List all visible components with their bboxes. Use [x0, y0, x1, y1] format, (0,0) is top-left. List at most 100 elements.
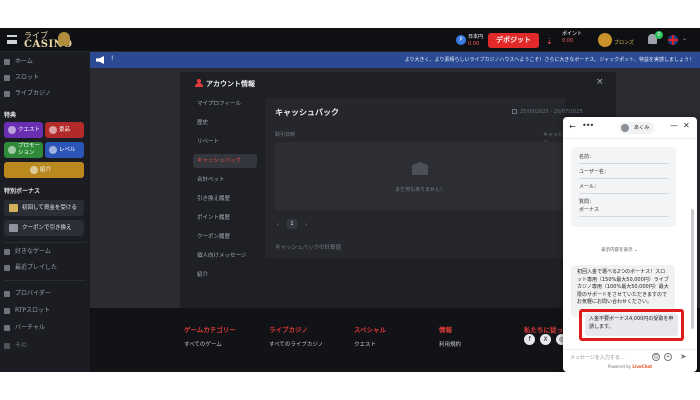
emoji-icon[interactable]: ☺	[652, 353, 660, 361]
points-label: ポイント	[562, 31, 583, 37]
menu-profile[interactable]: マイプロフィール	[193, 97, 257, 111]
sidebar-item-label: ホーム	[15, 58, 33, 65]
quest-icon	[8, 126, 16, 134]
menu-icon[interactable]	[7, 35, 17, 44]
menu-redeem-history[interactable]: 引き換え履歴	[193, 192, 257, 206]
chevron-down-icon[interactable]: ⌄	[682, 35, 687, 42]
cashback-note: キャッシュバックの計算値	[275, 245, 342, 251]
facebook-icon[interactable]: f	[524, 334, 535, 345]
menu-coupon-history[interactable]: クーポン履歴	[193, 230, 257, 244]
cashback-panel: キャッシュバック 25/05/2025 - 25/07/2025 取引日時 キャ…	[265, 98, 583, 258]
menu-personal-messages[interactable]: 個人向けメッセージ	[193, 249, 257, 263]
pager-next-button[interactable]: ›	[305, 222, 307, 228]
tile-promotion[interactable]: プロモーション	[4, 142, 43, 158]
app-window: ライブ CASINO P 日本円 0.00 デポジット ⇣ ポイント 0.00 …	[0, 28, 700, 372]
prechat-form-summary: 名前： ユーザー名： メール： 質問： ボーナス	[571, 147, 676, 227]
currency-display[interactable]: P 日本円 0.00	[456, 33, 486, 48]
tile-level[interactable]: レベル	[45, 142, 84, 158]
tile-label: プロモーション	[18, 143, 41, 156]
close-icon[interactable]: ×	[596, 78, 604, 87]
menu-total-bet[interactable]: 合計ベット	[193, 173, 257, 187]
modal-title-text: アカウント情報	[206, 80, 255, 88]
sidebar-item-slots[interactable]: スロット	[0, 72, 90, 84]
menu-referral[interactable]: 紹介	[193, 268, 257, 282]
footer-link[interactable]: すべてのゲーム	[184, 340, 222, 348]
back-arrow-icon[interactable]: ←	[569, 122, 576, 131]
download-arrow-icon: ⇣	[546, 37, 553, 46]
sidebar-item-label: 好きなゲーム	[15, 248, 51, 255]
sidebar-item-label: プロバイダー	[15, 290, 51, 297]
points-display[interactable]: ポイント 0.00	[562, 31, 582, 45]
form-line: 名前：	[579, 154, 595, 160]
footer-link[interactable]: クエスト	[354, 340, 376, 348]
agent-name: あくみ	[634, 125, 650, 131]
sidebar-item-rtp-slots[interactable]: RTPスロット	[0, 305, 90, 317]
sidebar-item-providers[interactable]: プロバイダー	[0, 288, 90, 300]
footer-link[interactable]: 利用規約	[439, 340, 461, 348]
rank-avatar-icon[interactable]	[598, 33, 612, 47]
date-range[interactable]: 25/05/2025 - 25/07/2025	[520, 109, 583, 115]
coupon-redeem-button[interactable]: クーポンで引き換え	[4, 220, 84, 236]
deposit-button[interactable]: デポジット	[488, 33, 539, 48]
panel-title: キャッシュバック	[275, 108, 339, 117]
livechat-brand[interactable]: LiveChat	[632, 364, 652, 369]
money-icon	[9, 204, 18, 212]
form-separator	[579, 163, 669, 164]
notification-badge: 0	[655, 31, 663, 39]
more-options-icon[interactable]: •••	[582, 121, 594, 130]
more-icon	[4, 343, 10, 349]
close-icon[interactable]: ✕	[683, 121, 690, 130]
account-icon: P	[456, 35, 466, 45]
sidebar-item-more[interactable]: その	[0, 340, 90, 352]
level-icon	[49, 146, 57, 154]
gift-icon	[49, 126, 57, 134]
attach-icon[interactable]: +	[664, 353, 672, 361]
outgoing-message: 入金不要ボーナス4,000円の受取を申請します。	[585, 314, 678, 336]
sidebar-item-label: スロット	[15, 74, 40, 81]
announcement-text: より大きく、より素晴らしいライブカジノハウスへようこそ！さらに大きなボーナス、ジ…	[404, 57, 694, 63]
menu-history[interactable]: 歴史	[193, 116, 257, 130]
live-icon	[4, 91, 10, 97]
sidebar-item-virtual[interactable]: バーチャル	[0, 322, 90, 334]
sidebar-item-recent[interactable]: 最近プレイした	[0, 262, 90, 274]
uk-flag-icon[interactable]	[668, 35, 678, 45]
sidebar-item-favorites[interactable]: 好きなゲーム	[0, 246, 90, 258]
tile-quest[interactable]: クエスト	[4, 122, 43, 138]
tile-referral[interactable]: 紹介	[4, 162, 84, 178]
footer-link[interactable]: すべてのライブカジノ	[269, 340, 323, 348]
form-line: 質問：	[579, 199, 595, 205]
tile-label: レベル	[59, 147, 76, 153]
rank-label: ブロンズ	[614, 40, 634, 46]
sidebar-item-home[interactable]: ホーム	[0, 56, 90, 68]
sidebar-item-label: RTPスロット	[15, 307, 51, 314]
modal-title: アカウント情報	[195, 79, 255, 89]
sidebar-item-label: その	[15, 342, 28, 349]
highlighted-outgoing-message: 入金不要ボーナス4,000円の受取を申請します。	[579, 309, 684, 341]
virtual-icon	[4, 325, 10, 331]
send-icon[interactable]: ➤	[680, 352, 687, 361]
claim-funds-button[interactable]: 初回して資金を受ける	[4, 200, 84, 216]
sidebar-item-live-casino[interactable]: ライブカジノ	[0, 88, 90, 100]
show-all-link[interactable]: 表示内容を表示 ⌄	[563, 247, 676, 253]
x-icon[interactable]: X	[540, 334, 551, 345]
calendar-icon[interactable]	[512, 109, 517, 114]
heart-icon	[4, 249, 10, 255]
form-separator	[579, 193, 669, 194]
chat-scrollbar-thumb[interactable]	[691, 209, 694, 329]
form-line: ユーザー名：	[579, 169, 609, 175]
menu-cashback[interactable]: キャッシュバック	[193, 154, 257, 168]
menu-points-history[interactable]: ポイント履歴	[193, 211, 257, 225]
powered-by: Powered by LiveChat	[563, 364, 697, 369]
home-icon	[4, 59, 10, 65]
announcement-badge: !	[111, 55, 114, 62]
currency-label: 日本円	[468, 34, 484, 40]
minimize-icon[interactable]: —	[670, 121, 678, 130]
menu-rebate[interactable]: リベート	[193, 135, 257, 149]
livechat-widget: ← ••• あくみ — ✕ 名前： ユーザー名： メール： 質問： ボーナス 表…	[563, 117, 697, 372]
pager-current-page[interactable]: 1	[287, 219, 297, 229]
bonus-heading: 特別ボーナス	[4, 188, 41, 195]
tile-label: 景品	[59, 127, 71, 133]
message-input[interactable]: メッセージを入力する...	[570, 354, 625, 361]
tile-prize[interactable]: 景品	[45, 122, 84, 138]
pager-prev-button[interactable]: ‹	[277, 222, 279, 228]
